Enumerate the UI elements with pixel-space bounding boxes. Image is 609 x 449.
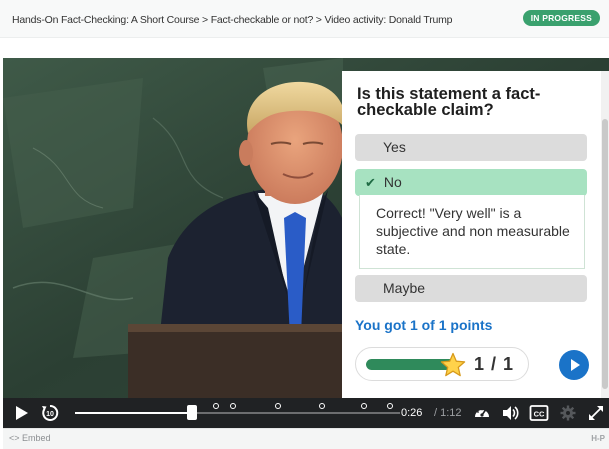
answer-feedback: Correct! "Very well" is a subjective and…: [359, 195, 585, 269]
answer-option-yes[interactable]: Yes: [355, 134, 587, 161]
interaction-marker[interactable]: [319, 403, 325, 409]
quiz-scrollbar[interactable]: [601, 71, 609, 398]
interaction-marker[interactable]: [387, 403, 393, 409]
gear-icon: [560, 405, 576, 421]
play-button[interactable]: [14, 398, 30, 428]
fullscreen-icon: [589, 406, 603, 420]
rewind-icon: 10: [42, 404, 59, 421]
video-control-bar: 10 0:26 / 1:12 CC: [3, 398, 609, 428]
score-fraction: 1 / 1: [474, 354, 515, 374]
embed-link[interactable]: <> Embed: [9, 433, 51, 443]
captions-icon: CC: [529, 405, 549, 421]
interaction-marker[interactable]: [213, 403, 219, 409]
speedometer-icon: [475, 408, 489, 417]
play-arrow-icon: [571, 359, 580, 371]
interaction-marker[interactable]: [230, 403, 236, 409]
answer-label: No: [383, 174, 402, 190]
settings-button[interactable]: [559, 398, 577, 428]
playback-progress-fill: [75, 412, 192, 414]
score-bar: 1 / 1: [355, 347, 529, 381]
interaction-marker[interactable]: [275, 403, 281, 409]
rewind-button[interactable]: 10: [41, 398, 59, 428]
volume-button[interactable]: [501, 398, 519, 428]
answer-option-no[interactable]: ✔ No: [355, 169, 587, 196]
star-icon: [440, 352, 466, 377]
play-icon: [16, 406, 28, 420]
next-button[interactable]: [559, 350, 589, 380]
score-text: You got 1 of 1 points: [355, 317, 493, 333]
captions-button[interactable]: CC: [529, 398, 549, 428]
playback-progress-bar[interactable]: [75, 403, 400, 420]
interaction-marker[interactable]: [361, 403, 367, 409]
captions-label: CC: [534, 410, 545, 419]
footer-bar: <> Embed H-P: [3, 428, 609, 449]
bookmarks-button[interactable]: [473, 398, 491, 428]
status-badge: IN PROGRESS: [522, 10, 600, 26]
svg-text:10: 10: [46, 411, 54, 418]
breadcrumb-bar: Hands-On Fact-Checking: A Short Course >…: [0, 0, 609, 38]
volume-icon: [503, 406, 519, 420]
answer-label: Maybe: [383, 280, 426, 296]
quiz-question: Is this statement a fact-checkable claim…: [357, 85, 541, 119]
breadcrumb[interactable]: Hands-On Fact-Checking: A Short Course >…: [12, 14, 453, 26]
h5p-logo[interactable]: H-P: [591, 434, 605, 443]
fullscreen-button[interactable]: [587, 398, 605, 428]
answer-label: Yes: [383, 139, 406, 155]
time-current: 0:26: [401, 407, 423, 419]
checkmark-icon: ✔: [365, 175, 376, 190]
answer-option-maybe[interactable]: Maybe: [355, 275, 587, 302]
quiz-panel: Is this statement a fact-checkable claim…: [342, 71, 609, 398]
time-total: / 1:12: [434, 407, 462, 419]
playback-handle[interactable]: [187, 405, 197, 420]
quiz-scrollbar-thumb[interactable]: [602, 119, 608, 389]
